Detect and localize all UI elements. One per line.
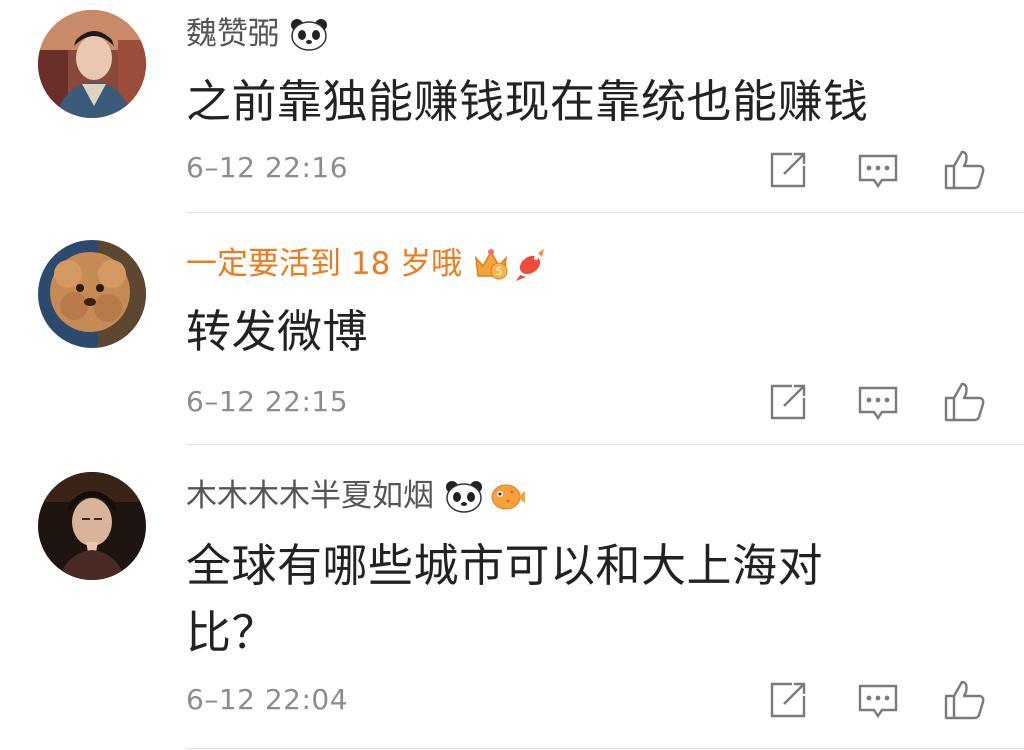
avatar[interactable] bbox=[38, 472, 146, 580]
repost-icon[interactable] bbox=[766, 678, 810, 722]
comment-icon[interactable] bbox=[856, 678, 900, 722]
comment-text: 全球有哪些城市可以和大上海对 比？ bbox=[186, 532, 946, 666]
pufferfish-badge-icon bbox=[488, 479, 526, 513]
comment-text-line: 比？ bbox=[186, 606, 278, 659]
username-text[interactable]: 木木木木半夏如烟 bbox=[186, 476, 434, 516]
panda-badge-icon bbox=[444, 479, 484, 513]
divider bbox=[186, 748, 1024, 749]
like-icon[interactable] bbox=[942, 678, 986, 722]
comment-text-line: 全球有哪些城市可以和大上海对 bbox=[186, 539, 824, 592]
username[interactable]: 木木木木半夏如烟 bbox=[186, 476, 526, 516]
comment-item: 木木木木半夏如烟 全球有哪些城市可以和大上海对 比？ 6–12 22:04 bbox=[0, 0, 1024, 750]
timestamp: 6–12 22:04 bbox=[186, 683, 349, 716]
